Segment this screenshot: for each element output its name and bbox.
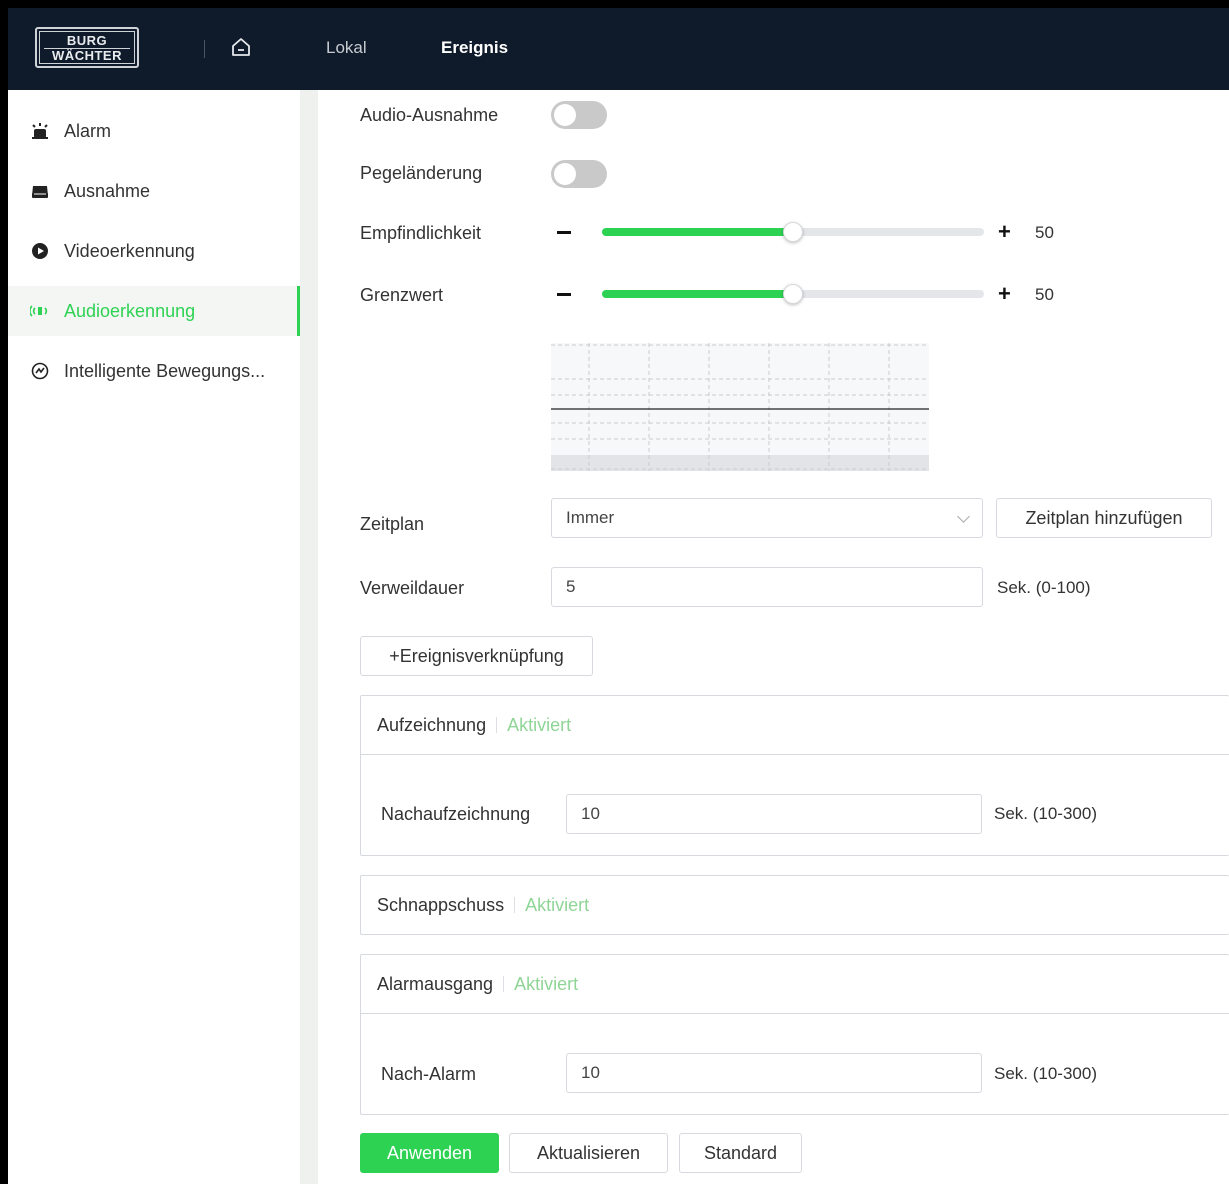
logo-line-1: BURG [66,33,108,48]
exception-icon [32,186,48,198]
post-alarm-label: Nach-Alarm [381,1064,477,1084]
sidebar-item-label: Videoerkennung [64,240,195,261]
post-record-input[interactable]: 10 [566,794,982,834]
sensitivity-increase-button[interactable]: + [998,221,1011,243]
dwell-label: Verweildauer [360,578,465,598]
schedule-select[interactable]: Immer [551,498,983,538]
smart-motion-icon [31,362,49,380]
threshold-value: 50 [1035,285,1054,304]
sidebar-item-intelligente-bewegung[interactable]: Intelligente Bewegungs... [8,346,300,396]
level-change-toggle[interactable] [551,160,607,188]
apply-button[interactable]: Anwenden [360,1133,499,1173]
sensitivity-value: 50 [1035,223,1054,242]
threshold-decrease-button[interactable] [557,293,571,296]
header-divider [514,897,516,913]
tab-lokal[interactable]: Lokal [326,38,367,58]
threshold-slider-handle[interactable] [783,284,803,304]
recording-title: Aufzeichnung [377,714,487,735]
header-divider [496,717,498,733]
audio-exception-label: Audio-Ausnahme [360,105,499,125]
sensitivity-slider-handle[interactable] [783,222,803,242]
header-divider [503,976,505,992]
snapshot-status: Aktiviert [525,894,590,915]
sensitivity-decrease-button[interactable] [557,231,571,234]
sensitivity-label: Empfindlichkeit [360,223,482,243]
sidebar-item-label: Intelligente Bewegungs... [64,360,266,381]
sensitivity-slider-fill [602,228,793,236]
sidebar-item-label: Alarm [64,120,112,141]
dwell-unit: Sek. (0-100) [997,578,1091,597]
snapshot-title: Schnappschuss [377,894,505,915]
schedule-label: Zeitplan [360,514,425,534]
sidebar: Alarm Ausnahme Videoerkennung Audioerken… [8,90,300,1184]
threshold-slider[interactable] [602,284,984,304]
refresh-button[interactable]: Aktualisieren [509,1133,668,1173]
threshold-increase-button[interactable]: + [998,283,1011,305]
recording-status: Aktiviert [507,714,572,735]
sidebar-item-ausnahme[interactable]: Ausnahme [8,166,300,216]
alarm-output-panel-body: Nach-Alarm 10 Sek. (10-300) [361,1013,1229,1114]
event-link-button[interactable]: +Ereignisverknüpfung [360,636,593,676]
post-record-unit: Sek. (10-300) [994,804,1097,823]
sidebar-item-audioerkennung[interactable]: Audioerkennung [8,286,300,336]
home-icon[interactable] [230,36,252,58]
alarm-output-panel: Alarmausgang Aktiviert Nach-Alarm 10 Sek… [360,954,1229,1115]
audio-level-graph [551,343,929,471]
recording-panel-header[interactable]: Aufzeichnung Aktiviert [361,696,1229,754]
default-button[interactable]: Standard [679,1133,802,1173]
video-detect-icon [32,243,48,259]
sensitivity-slider[interactable] [602,222,984,242]
burg-waechter-logo: BURG WÄCHTER [35,27,139,68]
sidebar-divider [300,90,318,1184]
dwell-input[interactable]: 5 [551,567,983,607]
recording-panel: Aufzeichnung Aktiviert Nachaufzeichnung … [360,695,1229,856]
sidebar-item-label: Ausnahme [64,180,151,201]
alarm-output-status: Aktiviert [514,973,579,994]
post-alarm-input[interactable]: 10 [566,1053,982,1093]
sidebar-item-label: Audioerkennung [64,300,196,321]
audio-exception-toggle[interactable] [551,101,607,129]
sidebar-item-alarm[interactable]: Alarm [8,106,300,156]
siren-icon [32,123,48,139]
sidebar-item-videoerkennung[interactable]: Videoerkennung [8,226,300,276]
tab-ereignis[interactable]: Ereignis [441,38,508,58]
post-alarm-unit: Sek. (10-300) [994,1064,1097,1083]
threshold-slider-fill [602,290,793,298]
audio-detect-icon [30,305,48,317]
snapshot-panel: Schnappschuss Aktiviert [360,875,1229,935]
add-schedule-button[interactable]: Zeitplan hinzufügen [996,498,1212,538]
snapshot-panel-header[interactable]: Schnappschuss Aktiviert [361,876,1229,934]
threshold-label: Grenzwert [360,285,444,305]
level-change-label: Pegeländerung [360,163,483,183]
schedule-selected-value: Immer [566,508,615,527]
topbar-separator [204,40,205,58]
recording-panel-body: Nachaufzeichnung 10 Sek. (10-300) [361,754,1229,855]
alarm-output-panel-header[interactable]: Alarmausgang Aktiviert [361,955,1229,1013]
top-bar: BURG WÄCHTER Lokal Ereignis [8,8,1229,90]
app-window: BURG WÄCHTER Lokal Ereignis Alarm Ausnah… [8,8,1229,1184]
alarm-output-title: Alarmausgang [377,973,494,994]
chevron-down-icon [957,510,970,523]
logo-line-2: WÄCHTER [44,48,130,63]
post-record-label: Nachaufzeichnung [381,804,531,824]
